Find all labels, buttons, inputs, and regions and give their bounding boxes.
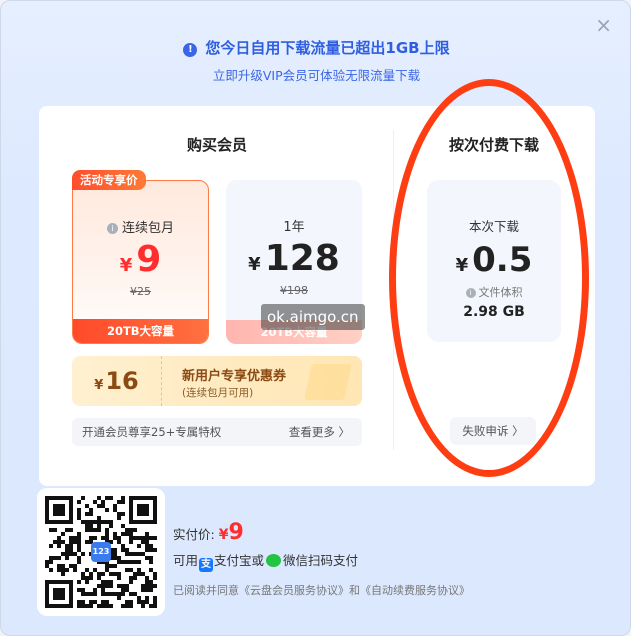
- perks-bar: 开通会员尊享25+专属特权 查看更多 〉: [72, 418, 362, 446]
- plan-monthly[interactable]: i 连续包月 ¥9 ¥25 20TB大容量: [72, 180, 209, 344]
- qr-logo-icon: 123: [91, 542, 111, 562]
- upgrade-subtitle: 立即升级VIP会员可体验无限流量下载: [212, 68, 421, 83]
- limit-title: ! 您今日自用下载流量已超出1GB上限: [1, 37, 630, 58]
- info-icon: !: [183, 43, 198, 57]
- view-more-link[interactable]: 查看更多 〉: [289, 418, 350, 446]
- file-volume-label: i 文件体积: [427, 284, 561, 300]
- agreement-text[interactable]: 已阅读并同意《云盘会员服务协议》和《自动续费服务协议》: [173, 582, 470, 598]
- download-price: ¥0.5: [455, 240, 533, 280]
- plan-capacity: 20TB大容量: [73, 319, 208, 343]
- plan-price: ¥9: [119, 239, 162, 280]
- this-download-label: 本次下载: [468, 219, 519, 234]
- plan-name: 1年: [283, 220, 305, 235]
- failure-appeal-button[interactable]: 失败申诉 〉: [450, 417, 536, 445]
- perks-text: 开通会员尊享25+专属特权: [82, 425, 222, 439]
- info-icon: i: [465, 288, 476, 298]
- payment-qr-code: 123: [37, 488, 165, 616]
- section-divider: [393, 130, 394, 450]
- plan-name: i 连续包月: [73, 217, 208, 236]
- pay-per-download-title: 按次付费下载: [448, 136, 539, 154]
- coupon-decoration-icon: [304, 364, 352, 400]
- coupon-note: (连续包月可用): [182, 387, 254, 399]
- info-icon: i: [106, 223, 118, 234]
- close-icon[interactable]: ×: [595, 15, 612, 35]
- coupon-title: 新用户专享优惠券: [182, 369, 287, 384]
- actual-price: 实付价: ¥9: [173, 520, 244, 545]
- purchase-card: 购买会员 活动专享价 i 连续包月 ¥9 ¥25 20TB大容量 1年 ¥128 …: [39, 106, 595, 486]
- new-user-coupon[interactable]: ¥16 新用户专享优惠券 (连续包月可用): [72, 356, 362, 406]
- alipay-icon: 支: [199, 558, 214, 572]
- membership-section-title: 购买会员: [186, 136, 247, 154]
- download-limit-dialog: × ! 您今日自用下载流量已超出1GB上限 立即升级VIP会员可体验无限流量下载 …: [0, 0, 631, 636]
- plan-original-price: ¥198: [280, 284, 308, 297]
- plan-price: ¥128: [248, 238, 340, 279]
- payment-methods: 可用支支付宝或 微信扫码支付: [173, 553, 359, 572]
- promo-badge: 活动专享价: [72, 170, 146, 190]
- wechat-icon: [266, 554, 282, 567]
- file-size: 2.98 GB: [463, 304, 525, 320]
- plan-original-price: ¥25: [130, 285, 151, 298]
- pay-per-download-card[interactable]: 本次下载 ¥0.5 i 文件体积 2.98 GB: [427, 180, 561, 342]
- coupon-amount: ¥16: [72, 356, 162, 406]
- watermark: ok.aimgo.cn: [261, 304, 365, 330]
